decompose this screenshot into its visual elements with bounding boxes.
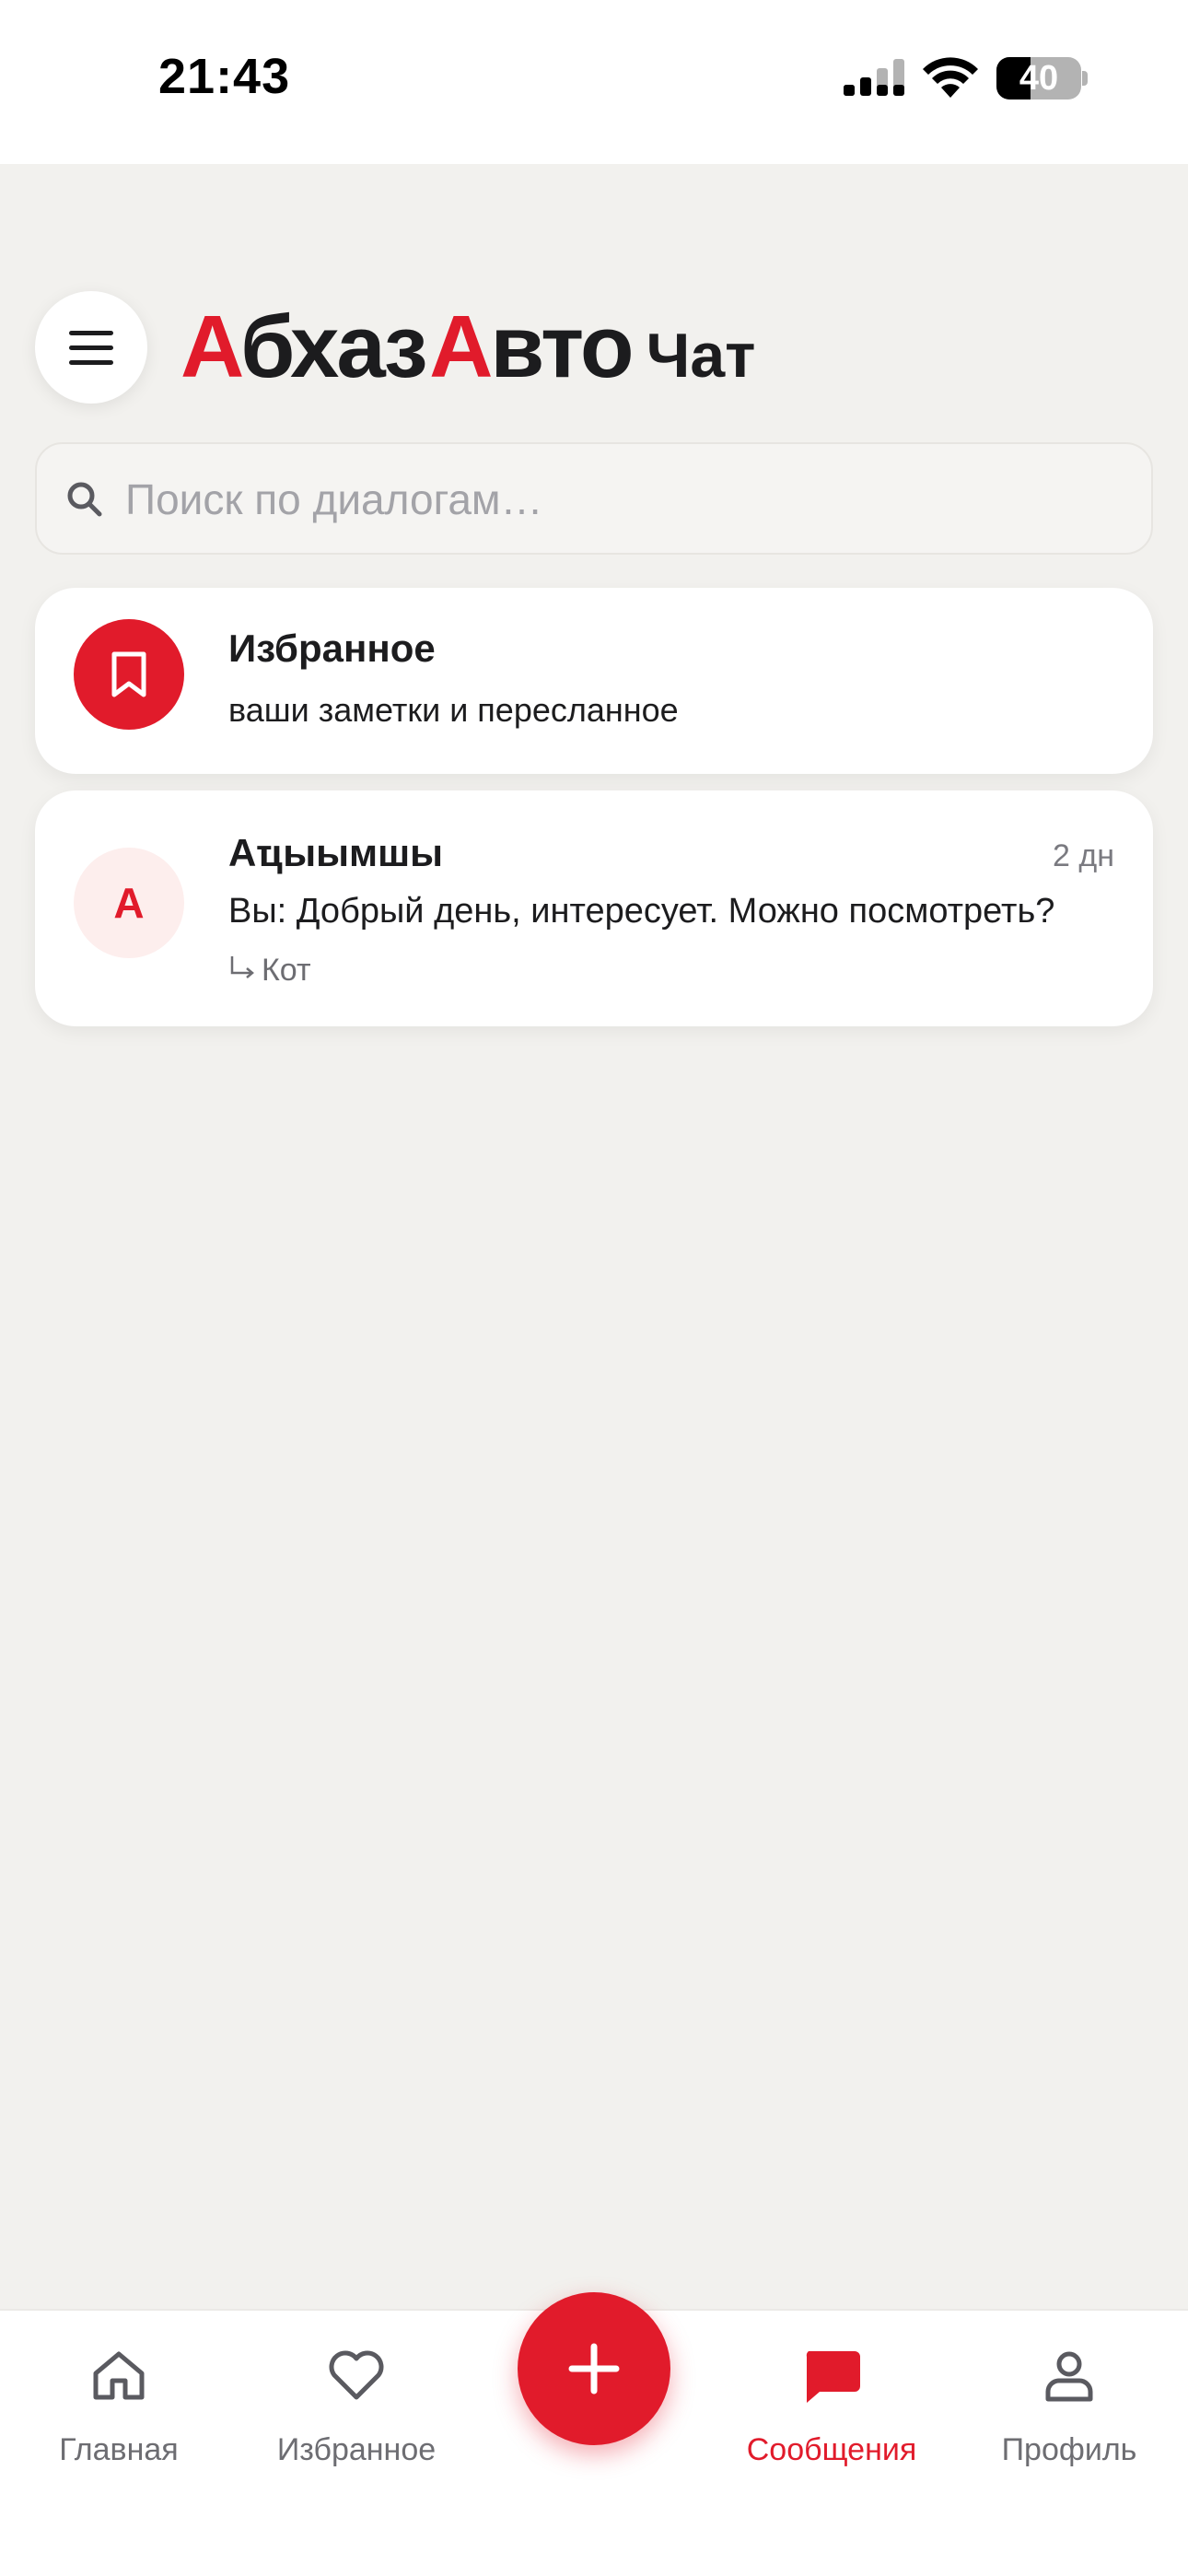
tab-label: Профиль	[1001, 2432, 1137, 2467]
reply-arrow-icon	[230, 956, 254, 978]
search-icon	[67, 482, 102, 517]
tab-label: Сообщения	[746, 2432, 917, 2467]
person-icon	[1045, 2351, 1093, 2402]
create-listing-button[interactable]	[518, 2292, 670, 2445]
chat-bubble-icon	[806, 2351, 860, 2403]
logo-letter-a2: А	[429, 298, 493, 396]
search-input[interactable]	[123, 444, 1131, 555]
logo-word-1: бхаз	[240, 298, 428, 396]
dialog-last-message: Вы: Добрый день, интересует. Можно посмо…	[228, 892, 1055, 931]
dialog-subtitle: ваши заметки и пересланное	[228, 691, 679, 729]
battery-icon: 40	[996, 57, 1081, 100]
logo-letter-a1: А	[181, 298, 243, 396]
tab-favorites[interactable]: Избранное	[241, 2311, 472, 2495]
status-time: 21:43	[158, 49, 291, 104]
cellular-signal-icon	[844, 59, 904, 96]
heart-icon	[329, 2350, 384, 2400]
logo-suffix: Чат	[646, 321, 756, 391]
dialog-reply-context: Кот	[228, 953, 311, 989]
search-box[interactable]	[35, 442, 1153, 555]
tab-label: Избранное	[276, 2432, 437, 2467]
wifi-icon	[923, 57, 978, 98]
dialog-title: Избранное	[228, 626, 436, 670]
tab-home[interactable]: Главная	[4, 2311, 234, 2495]
bookmark-icon	[111, 651, 146, 697]
tab-profile[interactable]: Профиль	[954, 2311, 1184, 2495]
favorites-avatar	[74, 619, 184, 730]
plus-icon	[568, 2343, 620, 2395]
status-bar: 21:43 40	[0, 0, 1188, 164]
menu-button[interactable]	[35, 291, 147, 404]
dialog-title: Аҵыымшы	[228, 831, 443, 874]
app-logo: Абхаз Авто Чат	[181, 297, 755, 398]
battery-cap	[1082, 71, 1088, 86]
tab-label: Главная	[59, 2432, 179, 2467]
reply-target: Кот	[262, 953, 311, 988]
tab-messages[interactable]: Сообщения	[716, 2311, 947, 2495]
dialog-item[interactable]: A Аҵыымшы 2 дн Вы: Добрый день, интересу…	[35, 790, 1153, 1026]
dialog-favorites[interactable]: Избранное ваши заметки и пересланное	[35, 588, 1153, 774]
home-icon	[93, 2351, 145, 2400]
battery-percent: 40	[1019, 59, 1059, 98]
logo-word-2: вто	[490, 298, 634, 396]
dialog-time: 2 дн	[1053, 838, 1114, 873]
avatar: A	[74, 848, 184, 958]
